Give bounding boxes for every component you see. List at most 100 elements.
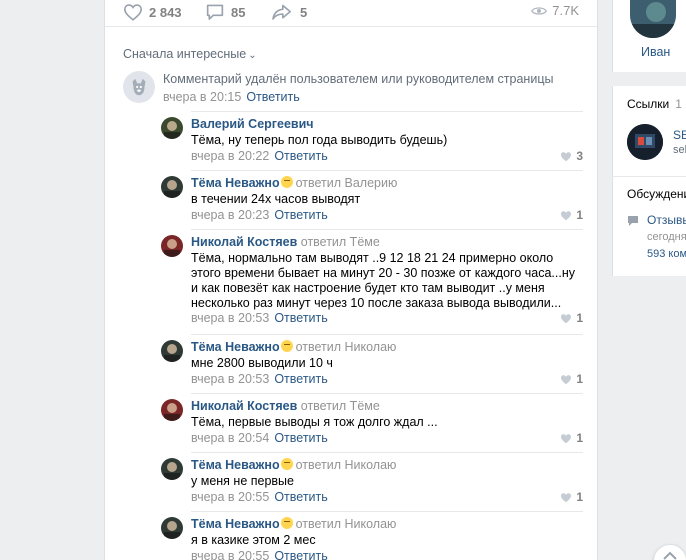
comments-count: 85 [231,4,246,20]
reply-header: Тёма Неважно ответил Николаю [191,458,396,472]
author-name[interactable]: Валерий Сергеевич [191,117,314,131]
comment-date[interactable]: вчера в 20:23 [191,208,269,222]
discussion-icon [627,215,639,230]
comment-text: у меня не первые [191,474,294,488]
replied-to: ответил Тёме [300,235,380,249]
comments-button[interactable]: 85 [205,3,245,21]
reply-link[interactable]: Ответить [274,372,327,386]
comment-date[interactable]: вчера в 20:54 [191,431,269,445]
reply-link[interactable]: Ответить [274,208,327,222]
reply-link[interactable]: Ответить [274,311,327,325]
emoji-icon [280,517,293,529]
comment-like-button[interactable]: 1 [560,431,583,445]
comment-like-button[interactable]: 1 [560,208,583,222]
heart-icon [561,374,572,384]
author-name[interactable]: Тёма Неважно [191,176,280,190]
like-button[interactable]: 2 843 [123,3,182,21]
heart-icon [561,433,572,443]
avatar[interactable] [161,117,183,139]
post-actions-bar: 2 843 85 5 7.7K [105,0,597,27]
author-name[interactable]: Тёма Неважно [191,517,280,531]
reply-divider [191,511,583,512]
avatar[interactable] [161,176,183,198]
comment-meta: вчера в 20:22 Ответить [191,149,328,163]
sort-dropdown[interactable]: Сначала интересные ⌄ [123,47,257,61]
comment-like-count: 1 [576,208,583,222]
comment-date[interactable]: вчера в 20:55 [191,549,269,560]
comment-date[interactable]: вчера в 20:53 [191,311,269,325]
comment-text: в течении 24х часов выводят [191,192,361,206]
reply-link[interactable]: Ответить [246,90,299,104]
heart-icon [561,492,572,502]
author-name[interactable]: Николай Костяев [191,399,297,413]
heart-icon [561,313,572,323]
reply-header: Николай Костяев ответил Тёме [191,399,380,413]
reply-link[interactable]: Ответить [274,149,327,163]
reply-link[interactable]: Ответить [274,431,327,445]
avatar[interactable] [161,340,183,362]
scroll-up-button[interactable] [653,544,686,560]
comment-like-button[interactable]: 3 [560,149,583,163]
reply-header: Николай Костяев ответил Тёме [191,235,380,249]
reply-header: Тёма Неважно ответил Николаю [191,517,396,531]
reply-link[interactable]: Ответить [274,490,327,504]
comment-date[interactable]: вчера в 20:22 [191,149,269,163]
arrow-up-icon [663,551,677,560]
profile-card: Иван [612,0,686,72]
comment-like-count: 3 [576,149,583,163]
reply-link[interactable]: Ответить [274,549,327,560]
replied-to: ответил Валерию [295,176,398,190]
heart-icon [561,151,572,161]
link-title[interactable]: SE [673,128,686,142]
comment-like-count: 1 [576,372,583,386]
comment-icon [206,4,224,20]
links-count: 1 [675,97,682,111]
comment-like-button[interactable]: 1 [560,490,583,504]
discussion-title[interactable]: Отзывы [647,213,686,227]
links-title[interactable]: Ссылки 1 [627,97,682,111]
avatar[interactable] [161,399,183,421]
links-title-label: Ссылки [627,97,670,111]
avatar[interactable] [161,235,183,257]
avatar[interactable] [161,517,183,539]
link-thumbnail[interactable] [627,124,663,160]
comment-like-count: 1 [576,431,583,445]
discussions-block: Обсуждени Отзывы сегодня 593 комм [612,176,686,276]
author-name[interactable]: Николай Костяев [191,235,297,249]
share-button[interactable]: 5 [270,3,307,21]
reply-header: Тёма Неважно ответил Николаю [191,340,396,354]
emoji-icon [280,340,293,352]
author-name[interactable]: Тёма Неважно [191,340,280,354]
emoji-icon [280,176,293,188]
comment-meta: вчера в 20:53 Ответить [191,372,328,386]
dog-avatar-icon [132,78,146,96]
discussion-comments-count[interactable]: 593 комм [647,248,686,260]
replied-to: ответил Николаю [295,458,397,472]
comment-text: мне 2800 выводили 10 ч [191,356,333,370]
heart-icon [123,4,143,21]
author-name[interactable]: Тёма Неважно [191,458,280,472]
replied-to: ответил Николаю [295,517,397,531]
post-card: 2 843 85 5 7.7K Сначала интересные ⌄ Комм… [104,0,686,560]
deleted-user-avatar [123,71,155,103]
comment-date[interactable]: вчера в 20:55 [191,490,269,504]
reply-divider [191,334,583,335]
comment-text: Тёма, первые выводы я тож долго ждал ... [191,415,438,429]
comment-meta: вчера в 20:54 Ответить [191,431,328,445]
comment-meta: вчера в 20:55 Ответить [191,490,328,504]
emoji-icon [280,458,293,470]
reply-divider [191,452,583,453]
profile-name[interactable]: Иван [641,45,670,59]
comment-like-count: 1 [576,490,583,504]
discussions-title[interactable]: Обсуждени [627,187,686,201]
profile-avatar[interactable] [630,0,676,38]
comment-text: Тёма, нормально там выводят ..9 12 18 21… [191,251,575,310]
deleted-comment-text: Комментарий удалён пользователем или рук… [163,72,554,86]
comment-date[interactable]: вчера в 20:15 [163,90,241,104]
shares-count: 5 [300,4,308,20]
views-counter: 7.7K [531,3,579,18]
comment-like-button[interactable]: 1 [560,372,583,386]
avatar[interactable] [161,458,183,480]
comment-like-button[interactable]: 1 [560,311,583,325]
comment-date[interactable]: вчера в 20:53 [191,372,269,386]
